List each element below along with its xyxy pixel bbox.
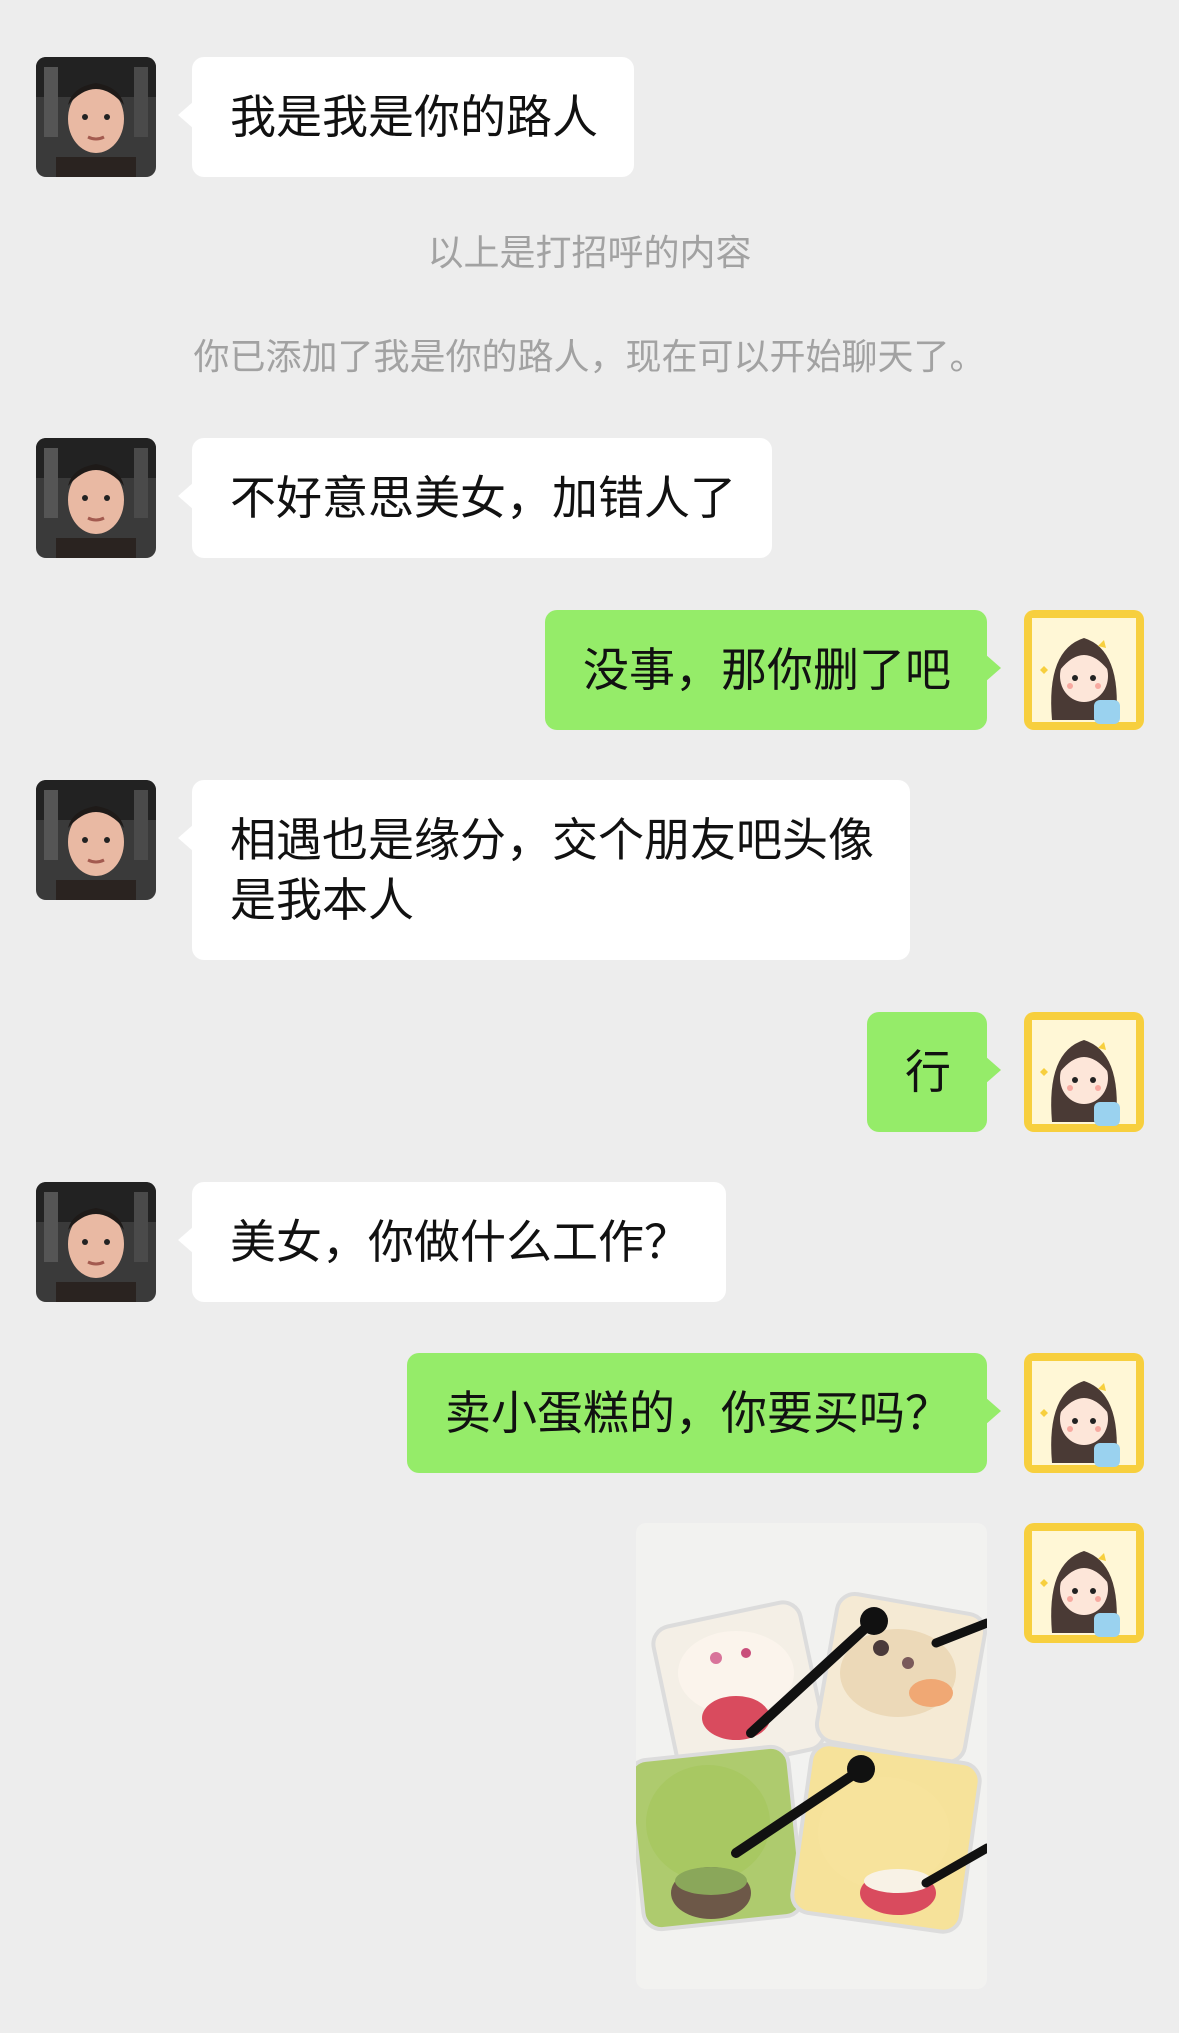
message-bubble-incoming[interactable]: 我是我是你的路人	[178, 57, 634, 177]
contact-avatar[interactable]	[36, 57, 156, 177]
system-notice: 你已添加了我是你的路人，现在可以开始聊天了。	[193, 337, 986, 378]
my-avatar[interactable]	[1024, 1012, 1144, 1132]
message-bubble-outgoing[interactable]: 行	[867, 1012, 1001, 1132]
cartoon-girl-avatar-icon	[1024, 1523, 1144, 1643]
my-avatar[interactable]	[1024, 610, 1144, 730]
message-bubble-incoming[interactable]: 相遇也是缘分，交个朋友吧头像 是我本人	[178, 780, 910, 960]
cartoon-girl-avatar-icon	[1024, 610, 1144, 730]
system-notice: 以上是打招呼的内容	[427, 233, 752, 274]
male-selfie-avatar-icon	[36, 1182, 156, 1302]
male-selfie-avatar-icon	[36, 57, 156, 177]
message-bubble-outgoing[interactable]: 卖小蛋糕的，你要买吗？	[407, 1353, 1001, 1473]
message-bubble-incoming[interactable]: 不好意思美女，加错人了	[178, 438, 772, 558]
message-bubble-incoming[interactable]: 美女，你做什么工作？	[178, 1182, 726, 1302]
cartoon-girl-avatar-icon	[1024, 1353, 1144, 1473]
male-selfie-avatar-icon	[36, 780, 156, 900]
contact-avatar[interactable]	[36, 1182, 156, 1302]
message-bubble-outgoing[interactable]: 没事，那你删了吧	[545, 610, 1001, 730]
male-selfie-avatar-icon	[36, 438, 156, 558]
contact-avatar[interactable]	[36, 438, 156, 558]
contact-avatar[interactable]	[36, 780, 156, 900]
my-avatar[interactable]	[1024, 1523, 1144, 1643]
my-avatar[interactable]	[1024, 1353, 1144, 1473]
cartoon-girl-avatar-icon	[1024, 1012, 1144, 1132]
cake-photo-icon	[636, 1523, 987, 1989]
cake-photo-message[interactable]	[636, 1523, 987, 1989]
